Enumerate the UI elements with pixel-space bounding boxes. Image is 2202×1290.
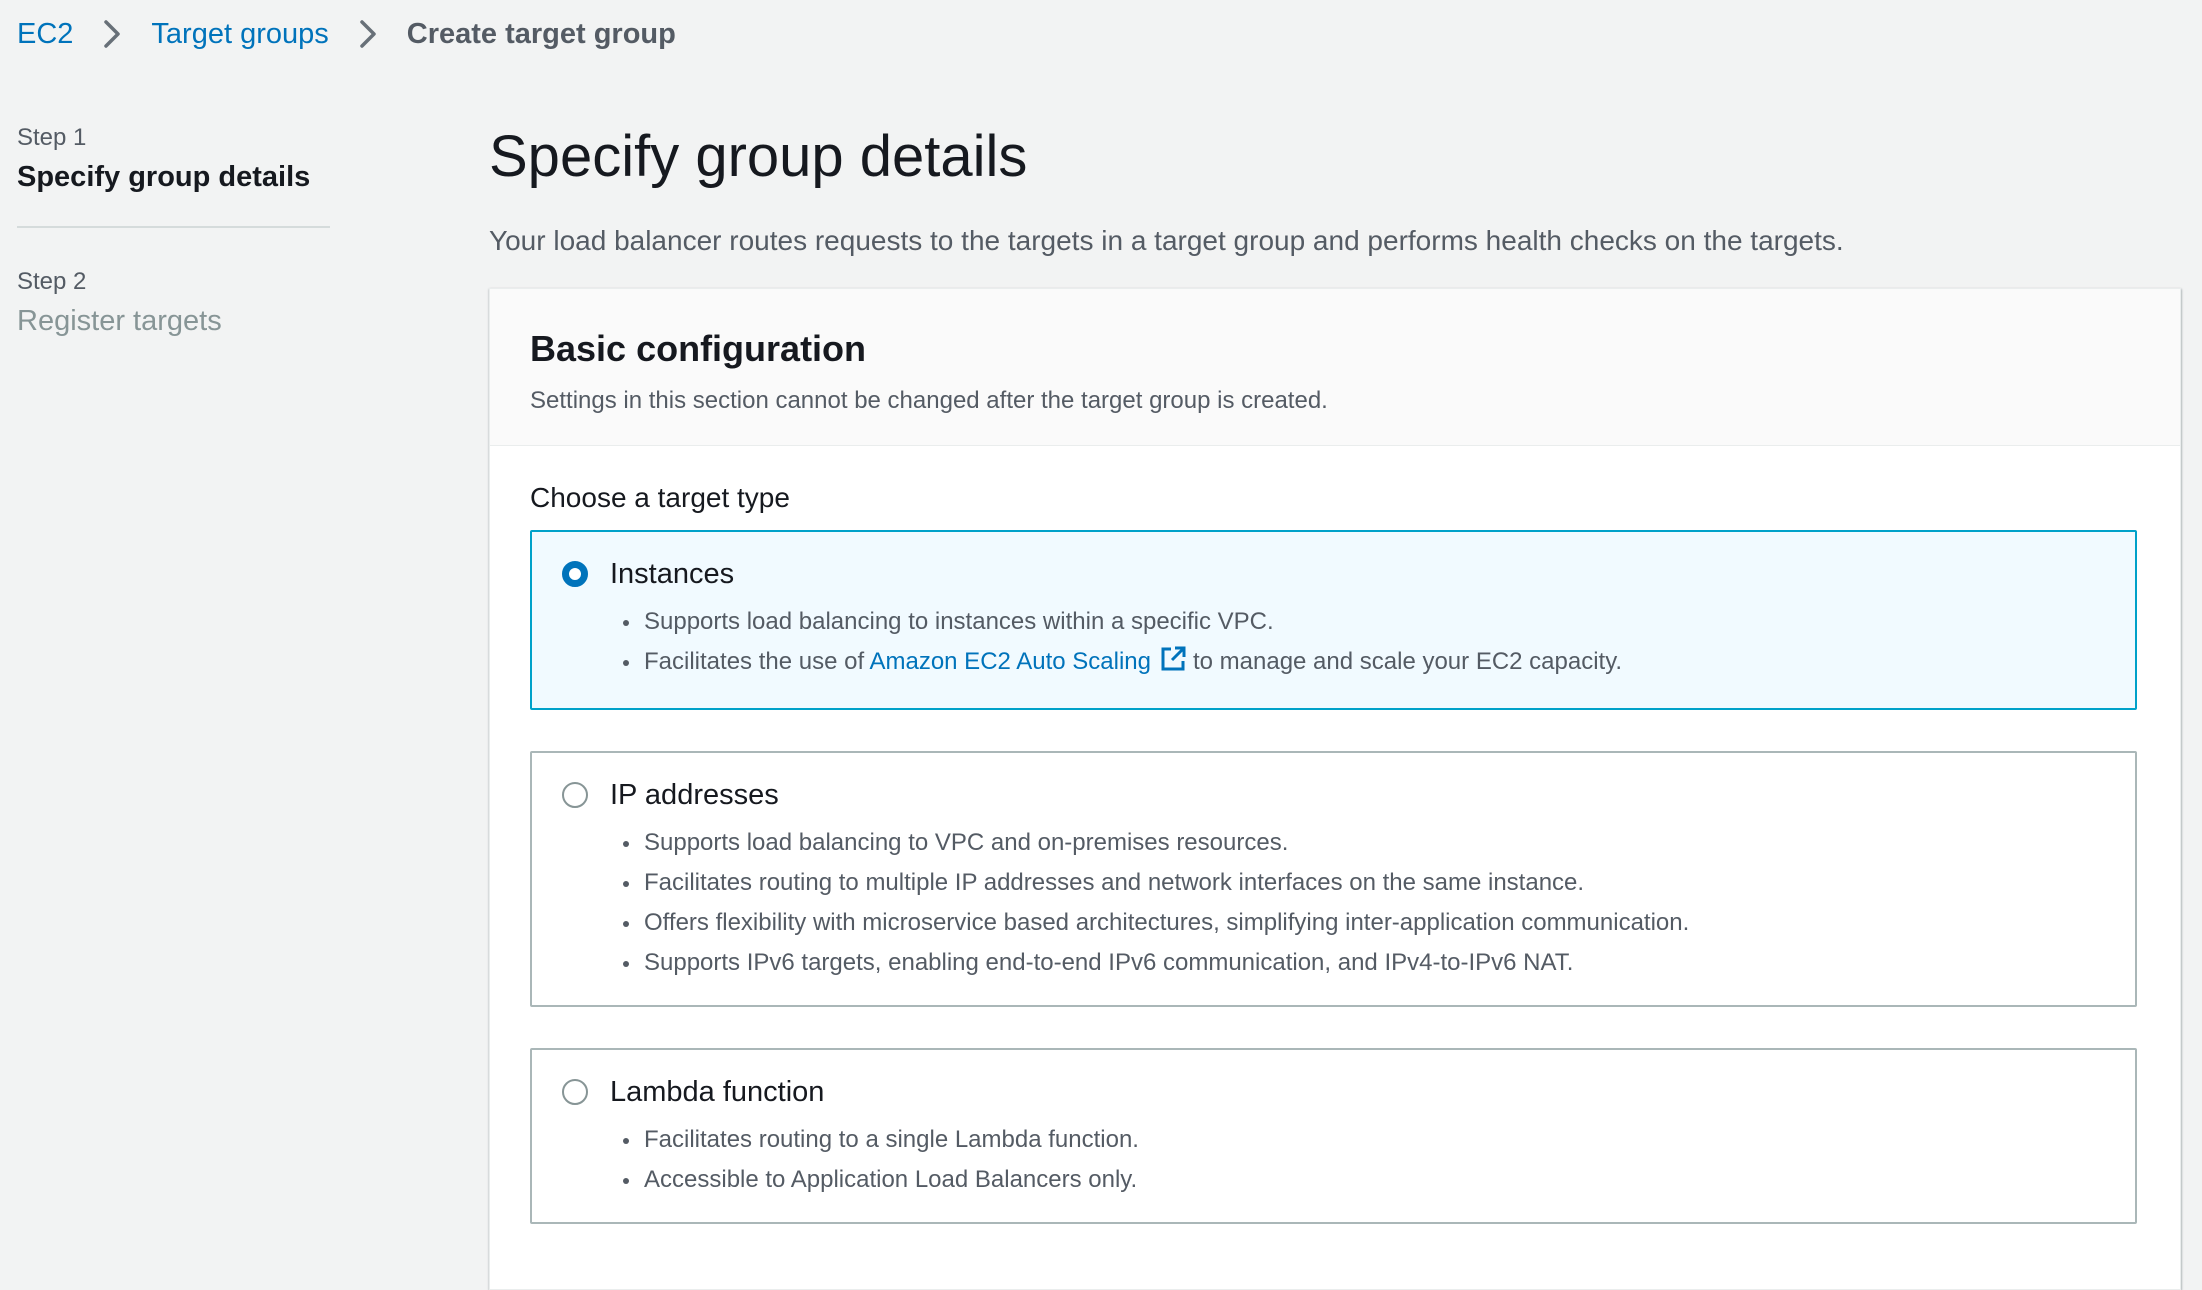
target-type-instances-tile[interactable]: Instances Supports load balancing to ins… (530, 530, 2137, 710)
list-item: Facilitates routing to multiple IP addre… (623, 863, 2107, 903)
list-item: Supports load balancing to VPC and on-pr… (623, 823, 2107, 863)
chevron-right-icon (95, 17, 129, 51)
target-type-ip-addresses-tile[interactable]: IP addresses Supports load balancing to … (530, 751, 2137, 1007)
breadcrumb: EC2 Target groups Create target group (17, 14, 676, 54)
ip-addresses-radio[interactable] (562, 782, 588, 808)
breadcrumb-target-groups-link[interactable]: Target groups (151, 18, 328, 51)
target-type-lambda-function-tile[interactable]: Lambda function Facilitates routing to a… (530, 1048, 2137, 1224)
panel-subtitle: Settings in this section cannot be chang… (530, 387, 1328, 414)
ip-addresses-bullets: Supports load balancing to VPC and on-pr… (562, 823, 2107, 983)
step-2: Step 2 Register targets (17, 266, 330, 340)
list-item: Facilitates routing to a single Lambda f… (623, 1120, 2107, 1160)
list-item: Supports IPv6 targets, enabling end-to-e… (623, 943, 2107, 983)
instances-bullets: Supports load balancing to instances wit… (562, 602, 2107, 686)
list-item: Offers flexibility with microservice bas… (623, 903, 2107, 943)
bullet-text-after: to manage and scale your EC2 capacity. (1192, 648, 1623, 675)
breadcrumb-current: Create target group (406, 17, 676, 50)
list-item: Accessible to Application Load Balancers… (623, 1160, 2107, 1200)
basic-configuration-panel: Basic configuration Settings in this sec… (489, 288, 2181, 1290)
list-item: Facilitates the use of Amazon EC2 Auto S… (623, 642, 2107, 686)
external-link-icon[interactable] (1159, 645, 1187, 686)
ip-addresses-title: IP addresses (610, 778, 779, 811)
lambda-function-bullets: Facilitates routing to a single Lambda f… (562, 1120, 2107, 1200)
step-1: Step 1 Specify group details (17, 122, 330, 196)
breadcrumb-ec2-link[interactable]: EC2 (17, 18, 73, 51)
list-item: Supports load balancing to instances wit… (623, 602, 2107, 642)
lambda-function-title: Lambda function (610, 1075, 825, 1108)
lambda-function-radio[interactable] (562, 1079, 588, 1105)
target-type-label: Choose a target type (530, 482, 790, 513)
tile-header: Instances (562, 554, 2107, 594)
amazon-ec2-auto-scaling-link[interactable]: Amazon EC2 Auto Scaling (869, 648, 1151, 675)
panel-title: Basic configuration (530, 328, 867, 369)
step-2-title[interactable]: Register targets (17, 302, 330, 340)
bullet-text-before: Facilitates the use of (644, 648, 865, 675)
wizard-steps-nav: Step 1 Specify group details Step 2 Regi… (17, 122, 330, 340)
tile-header: IP addresses (562, 775, 2107, 815)
step-1-title: Specify group details (17, 161, 311, 193)
tile-header: Lambda function (562, 1072, 2107, 1112)
page-title: Specify group details (489, 124, 1028, 189)
instances-radio[interactable] (562, 561, 588, 587)
page-description: Your load balancer routes requests to th… (489, 225, 1844, 256)
step-2-label: Step 2 (17, 268, 87, 295)
main-header: Specify group details Your load balancer… (489, 118, 2179, 260)
instances-title: Instances (610, 557, 735, 590)
step-divider (17, 226, 330, 228)
panel-header: Basic configuration Settings in this sec… (490, 289, 2180, 446)
chevron-right-icon (351, 17, 385, 51)
step-1-label: Step 1 (17, 124, 87, 151)
panel-body: Choose a target type Instances Supports … (490, 446, 2180, 1224)
